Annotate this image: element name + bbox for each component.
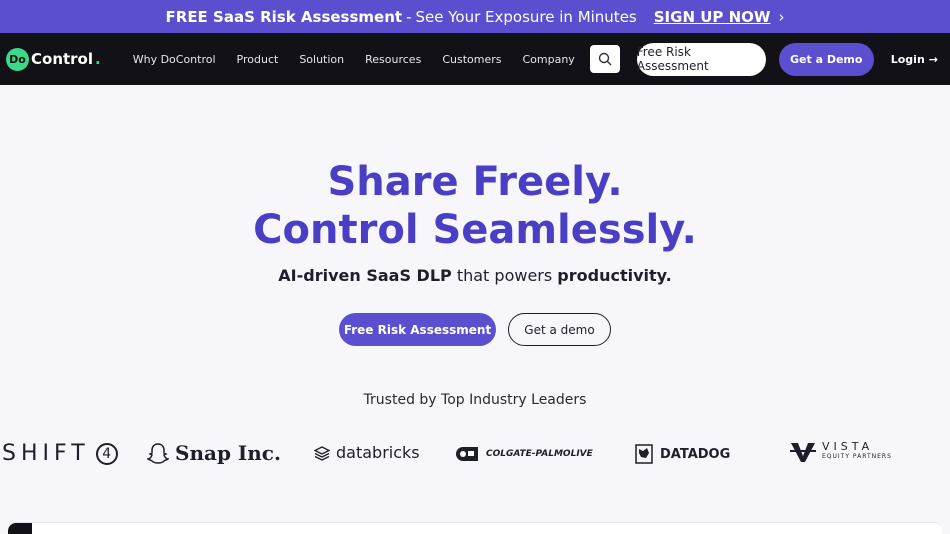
hero-free-risk-button[interactable]: Free Risk Assessment bbox=[339, 313, 496, 346]
chevron-right-icon: › bbox=[778, 7, 785, 26]
nav-item-resources[interactable]: Resources bbox=[365, 53, 421, 66]
colgate-logo: COLGATE-PALMOLIVE bbox=[454, 445, 593, 463]
banner-bold-text: FREE SaaS Risk Assessment bbox=[165, 7, 403, 26]
next-section-card bbox=[8, 522, 942, 534]
customer-logos: SHIFT 4 Snap Inc. databricks COLGATE-PAL… bbox=[0, 437, 950, 473]
banner-signup-link[interactable]: SIGN UP NOW bbox=[654, 8, 771, 26]
nav-item-solution[interactable]: Solution bbox=[299, 53, 344, 66]
vista-v-icon bbox=[790, 443, 816, 462]
sub-mid: that powers bbox=[451, 266, 558, 285]
docontrol-logo[interactable]: Do Control. bbox=[6, 47, 101, 71]
databricks-logo: databricks bbox=[314, 443, 420, 462]
trusted-by-heading: Trusted by Top Industry Leaders bbox=[363, 392, 587, 408]
logo-text: Control bbox=[31, 50, 94, 68]
hero-headline-line2: Control Seamlessly. bbox=[253, 207, 697, 253]
card-corner-accent bbox=[8, 523, 32, 534]
vista-subtext: EQUITY PARTNERS bbox=[822, 453, 892, 460]
hero-buttons: Free Risk Assessment Get a demo bbox=[0, 313, 950, 346]
top-nav: Do Control. Why DoControl Product Soluti… bbox=[0, 33, 950, 85]
shift4-number: 4 bbox=[95, 442, 118, 465]
vista-logo: VISTA EQUITY PARTNERS bbox=[790, 441, 892, 463]
datadog-text: DATADOG bbox=[660, 446, 731, 462]
databricks-stack-icon bbox=[314, 445, 330, 461]
nav-actions: Free Risk Assessment Get a Demo Login → bbox=[589, 42, 938, 76]
datadog-logo: DATADOG bbox=[634, 443, 730, 465]
banner-separator: - bbox=[406, 7, 412, 26]
login-label: Login bbox=[890, 52, 925, 66]
snap-logo: Snap Inc. bbox=[147, 441, 281, 465]
sub-bold-1: AI-driven SaaS DLP bbox=[278, 266, 452, 285]
colgate-text: COLGATE-PALMOLIVE bbox=[486, 449, 593, 459]
search-icon bbox=[598, 52, 612, 66]
arrow-right-icon: → bbox=[928, 52, 938, 66]
shift4-logo: SHIFT 4 bbox=[2, 441, 118, 466]
logo-badge: Do bbox=[6, 47, 29, 71]
snap-text: Snap Inc. bbox=[175, 441, 281, 465]
hero-headline-line1: Share Freely. bbox=[327, 159, 623, 205]
datadog-dog-icon bbox=[635, 444, 653, 464]
get-a-demo-button[interactable]: Get a Demo bbox=[778, 42, 874, 76]
shift4-text: SHIFT bbox=[2, 441, 90, 466]
nav-item-customers[interactable]: Customers bbox=[442, 53, 501, 66]
promo-banner[interactable]: FREE SaaS Risk Assessment - See Your Exp… bbox=[0, 0, 950, 33]
databricks-text: databricks bbox=[336, 443, 420, 462]
colgate-cp-icon bbox=[456, 447, 478, 461]
free-risk-assessment-button[interactable]: Free Risk Assessment bbox=[636, 42, 766, 76]
nav-item-product[interactable]: Product bbox=[237, 53, 279, 66]
nav-menu: Why DoControl Product Solution Resources… bbox=[133, 53, 575, 66]
hero-subheadline: AI-driven SaaS DLP that powers productiv… bbox=[0, 266, 950, 285]
sub-bold-2: productivity. bbox=[557, 266, 672, 285]
vista-text-block: VISTA EQUITY PARTNERS bbox=[822, 440, 892, 462]
banner-text: See Your Exposure in Minutes bbox=[415, 7, 637, 26]
vista-text: VISTA bbox=[822, 440, 874, 453]
logo-dot: . bbox=[95, 50, 101, 68]
login-link[interactable]: Login → bbox=[891, 53, 938, 66]
nav-item-company[interactable]: Company bbox=[522, 53, 574, 66]
nav-item-why-docontrol[interactable]: Why DoControl bbox=[133, 53, 216, 66]
search-button[interactable] bbox=[589, 45, 620, 73]
snapchat-ghost-icon bbox=[147, 443, 169, 464]
hero-get-demo-button[interactable]: Get a demo bbox=[508, 313, 611, 346]
